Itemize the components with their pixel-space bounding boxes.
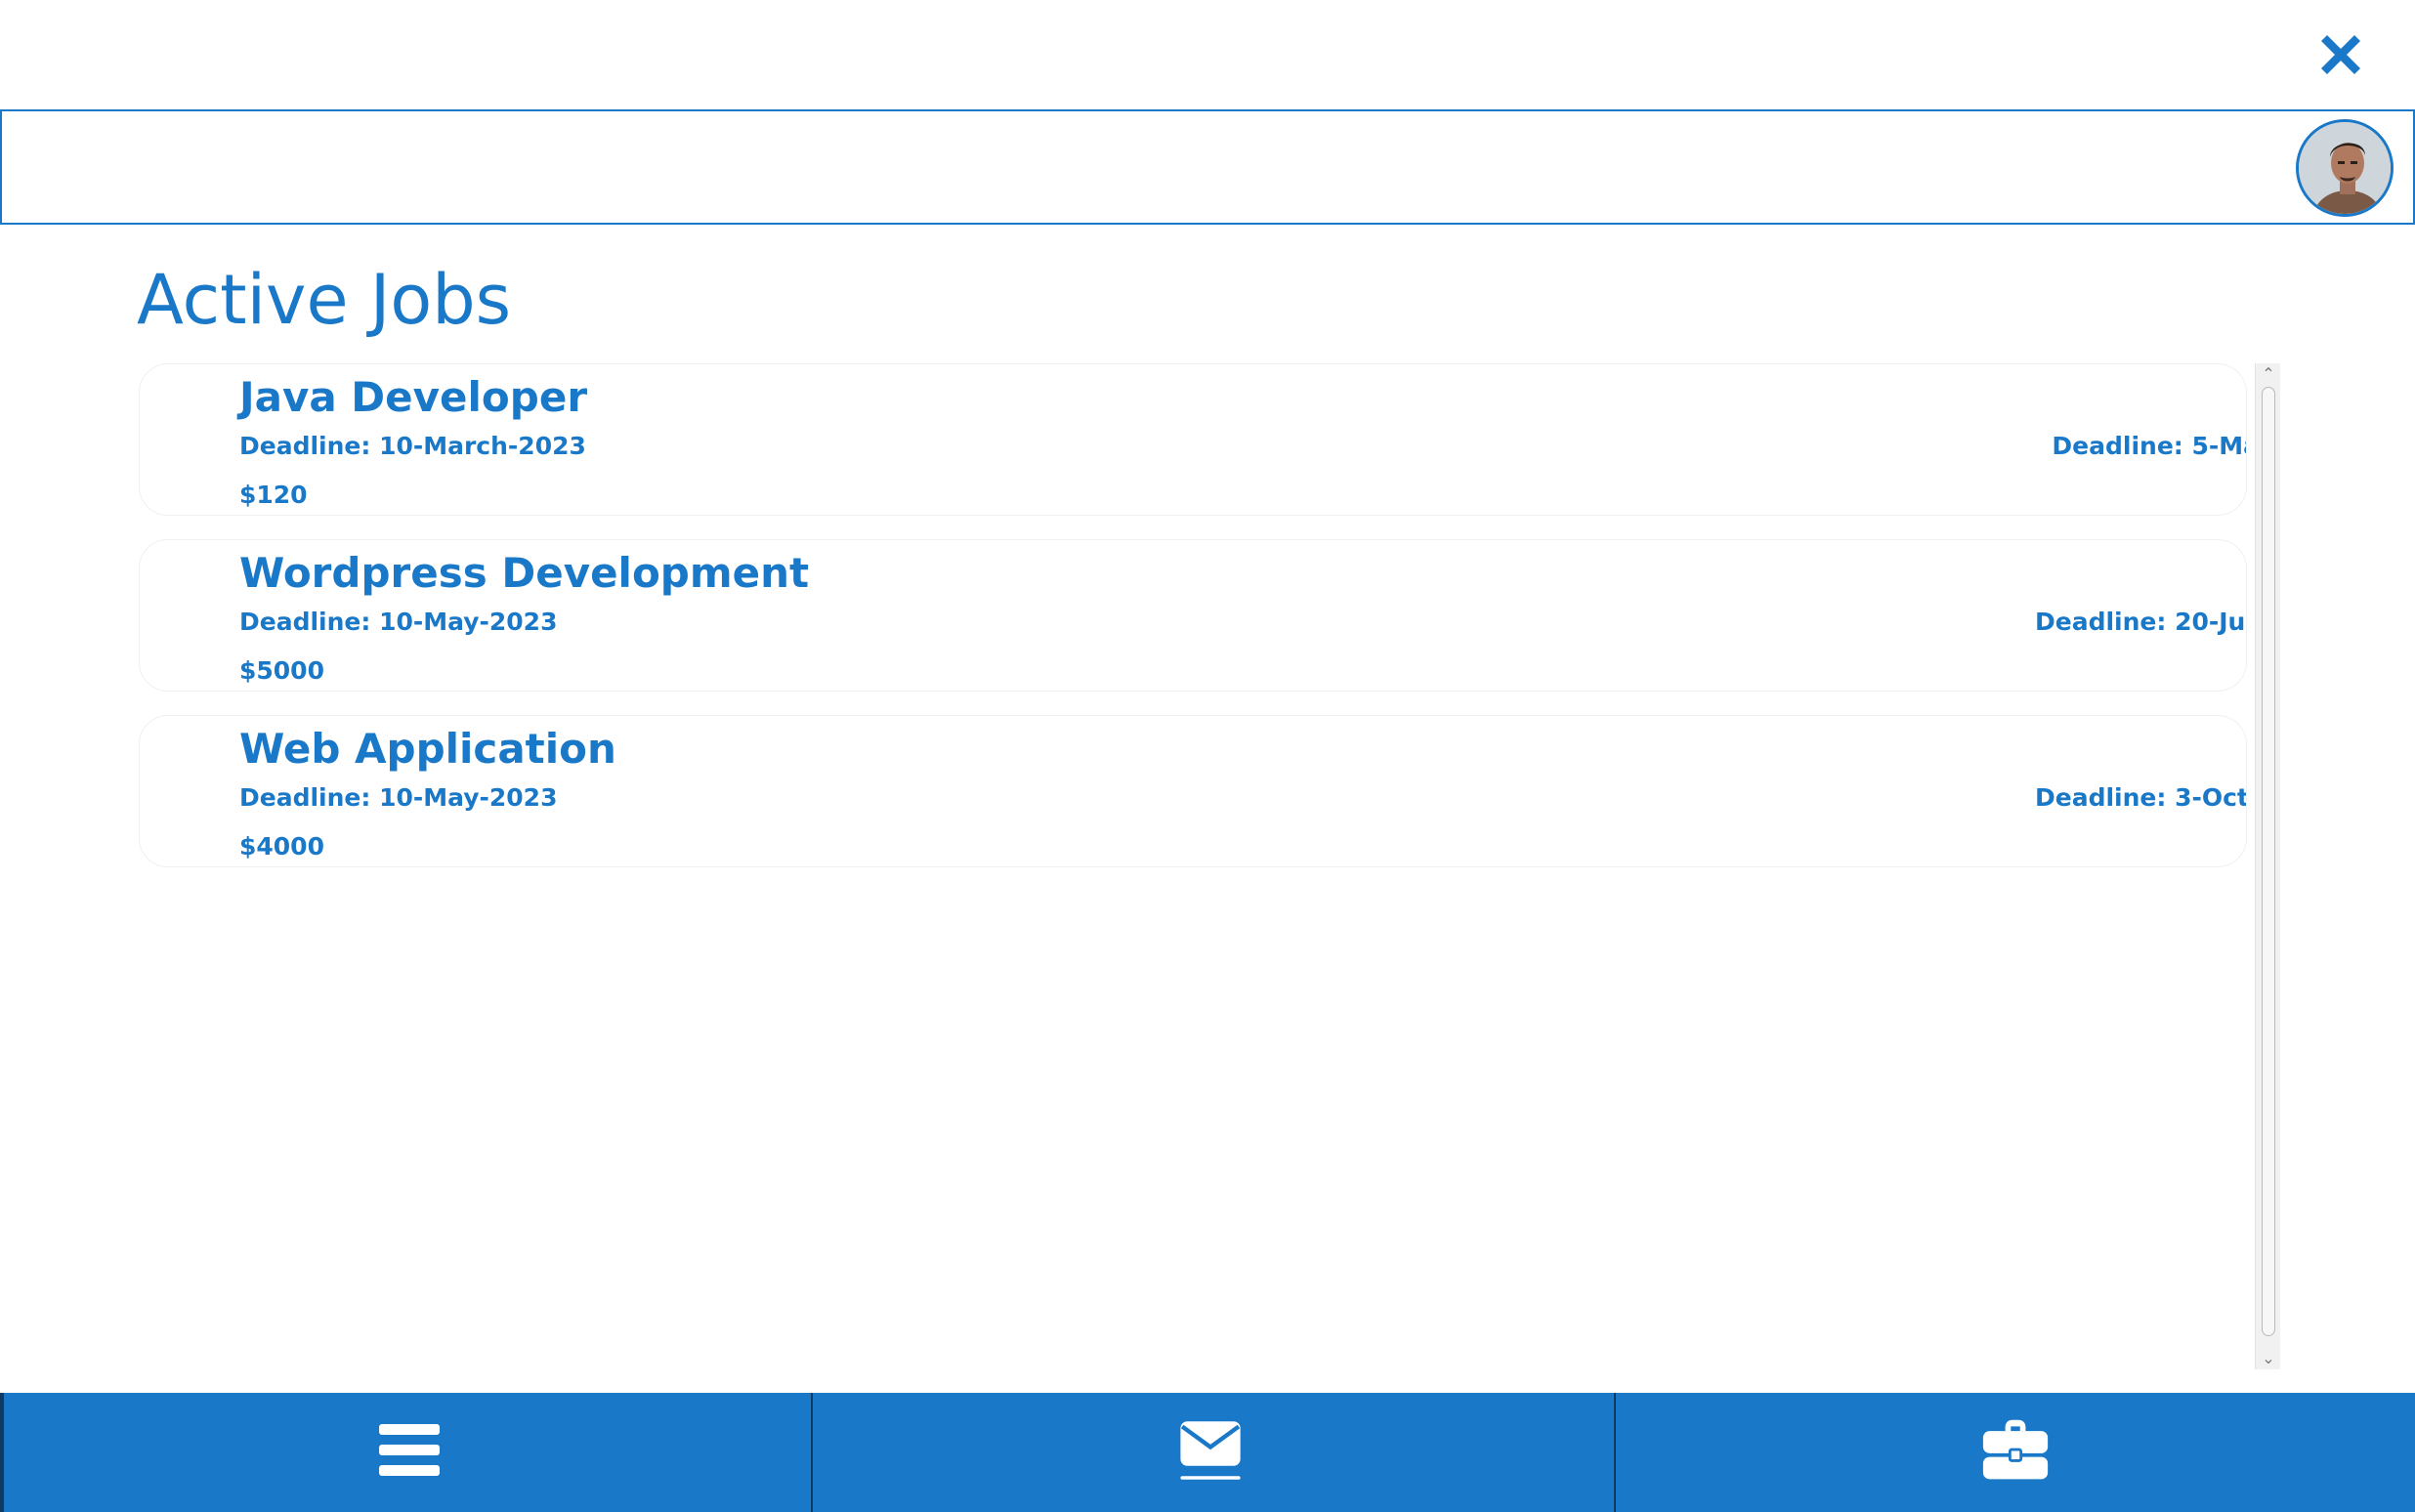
- job-card[interactable]: Java Developer Deadline: 10-March-2023 $…: [139, 363, 2247, 516]
- list-scrollbar[interactable]: ⌃ ⌄: [2255, 363, 2280, 1369]
- mail-icon: [1180, 1421, 1241, 1480]
- user-avatar[interactable]: [2296, 119, 2394, 217]
- job-price: $5000: [239, 656, 324, 685]
- job-deadline-secondary: Deadline: 20-Jun: [2035, 608, 2247, 636]
- top-bar: [0, 109, 2415, 225]
- job-title: Wordpress Development: [239, 549, 810, 597]
- page-title: Active Jobs: [137, 260, 512, 340]
- job-deadline: Deadline: 10-March-2023: [239, 432, 586, 460]
- job-deadline: Deadline: 10-May-2023: [239, 783, 558, 812]
- nav-menu-button[interactable]: [0, 1393, 811, 1512]
- scroll-thumb[interactable]: [2262, 387, 2275, 1336]
- job-price: $120: [239, 481, 308, 509]
- job-list: Java Developer Deadline: 10-March-2023 $…: [137, 361, 2282, 1369]
- menu-icon: [379, 1424, 440, 1476]
- scroll-up-arrow-icon[interactable]: ⌃: [2256, 363, 2281, 385]
- nav-jobs-button[interactable]: [1614, 1393, 2415, 1512]
- job-title: Web Application: [239, 725, 616, 773]
- job-title: Java Developer: [239, 373, 588, 421]
- nav-messages-button[interactable]: [811, 1393, 1614, 1512]
- scroll-down-arrow-icon[interactable]: ⌄: [2256, 1348, 2281, 1369]
- close-icon: [2321, 35, 2360, 74]
- job-card[interactable]: Wordpress Development Deadline: 10-May-2…: [139, 539, 2247, 692]
- job-price: $4000: [239, 832, 324, 861]
- close-button[interactable]: [2313, 27, 2368, 82]
- job-card[interactable]: Web Application Deadline: 10-May-2023 $4…: [139, 715, 2247, 867]
- job-deadline-secondary: Deadline: 3-Octobe: [2035, 783, 2246, 812]
- briefcase-icon: [1982, 1419, 2049, 1480]
- bottom-nav: [0, 1393, 2415, 1512]
- job-deadline: Deadline: 10-May-2023: [239, 608, 558, 636]
- job-deadline-secondary: Deadline: 5-Ma: [2052, 432, 2247, 460]
